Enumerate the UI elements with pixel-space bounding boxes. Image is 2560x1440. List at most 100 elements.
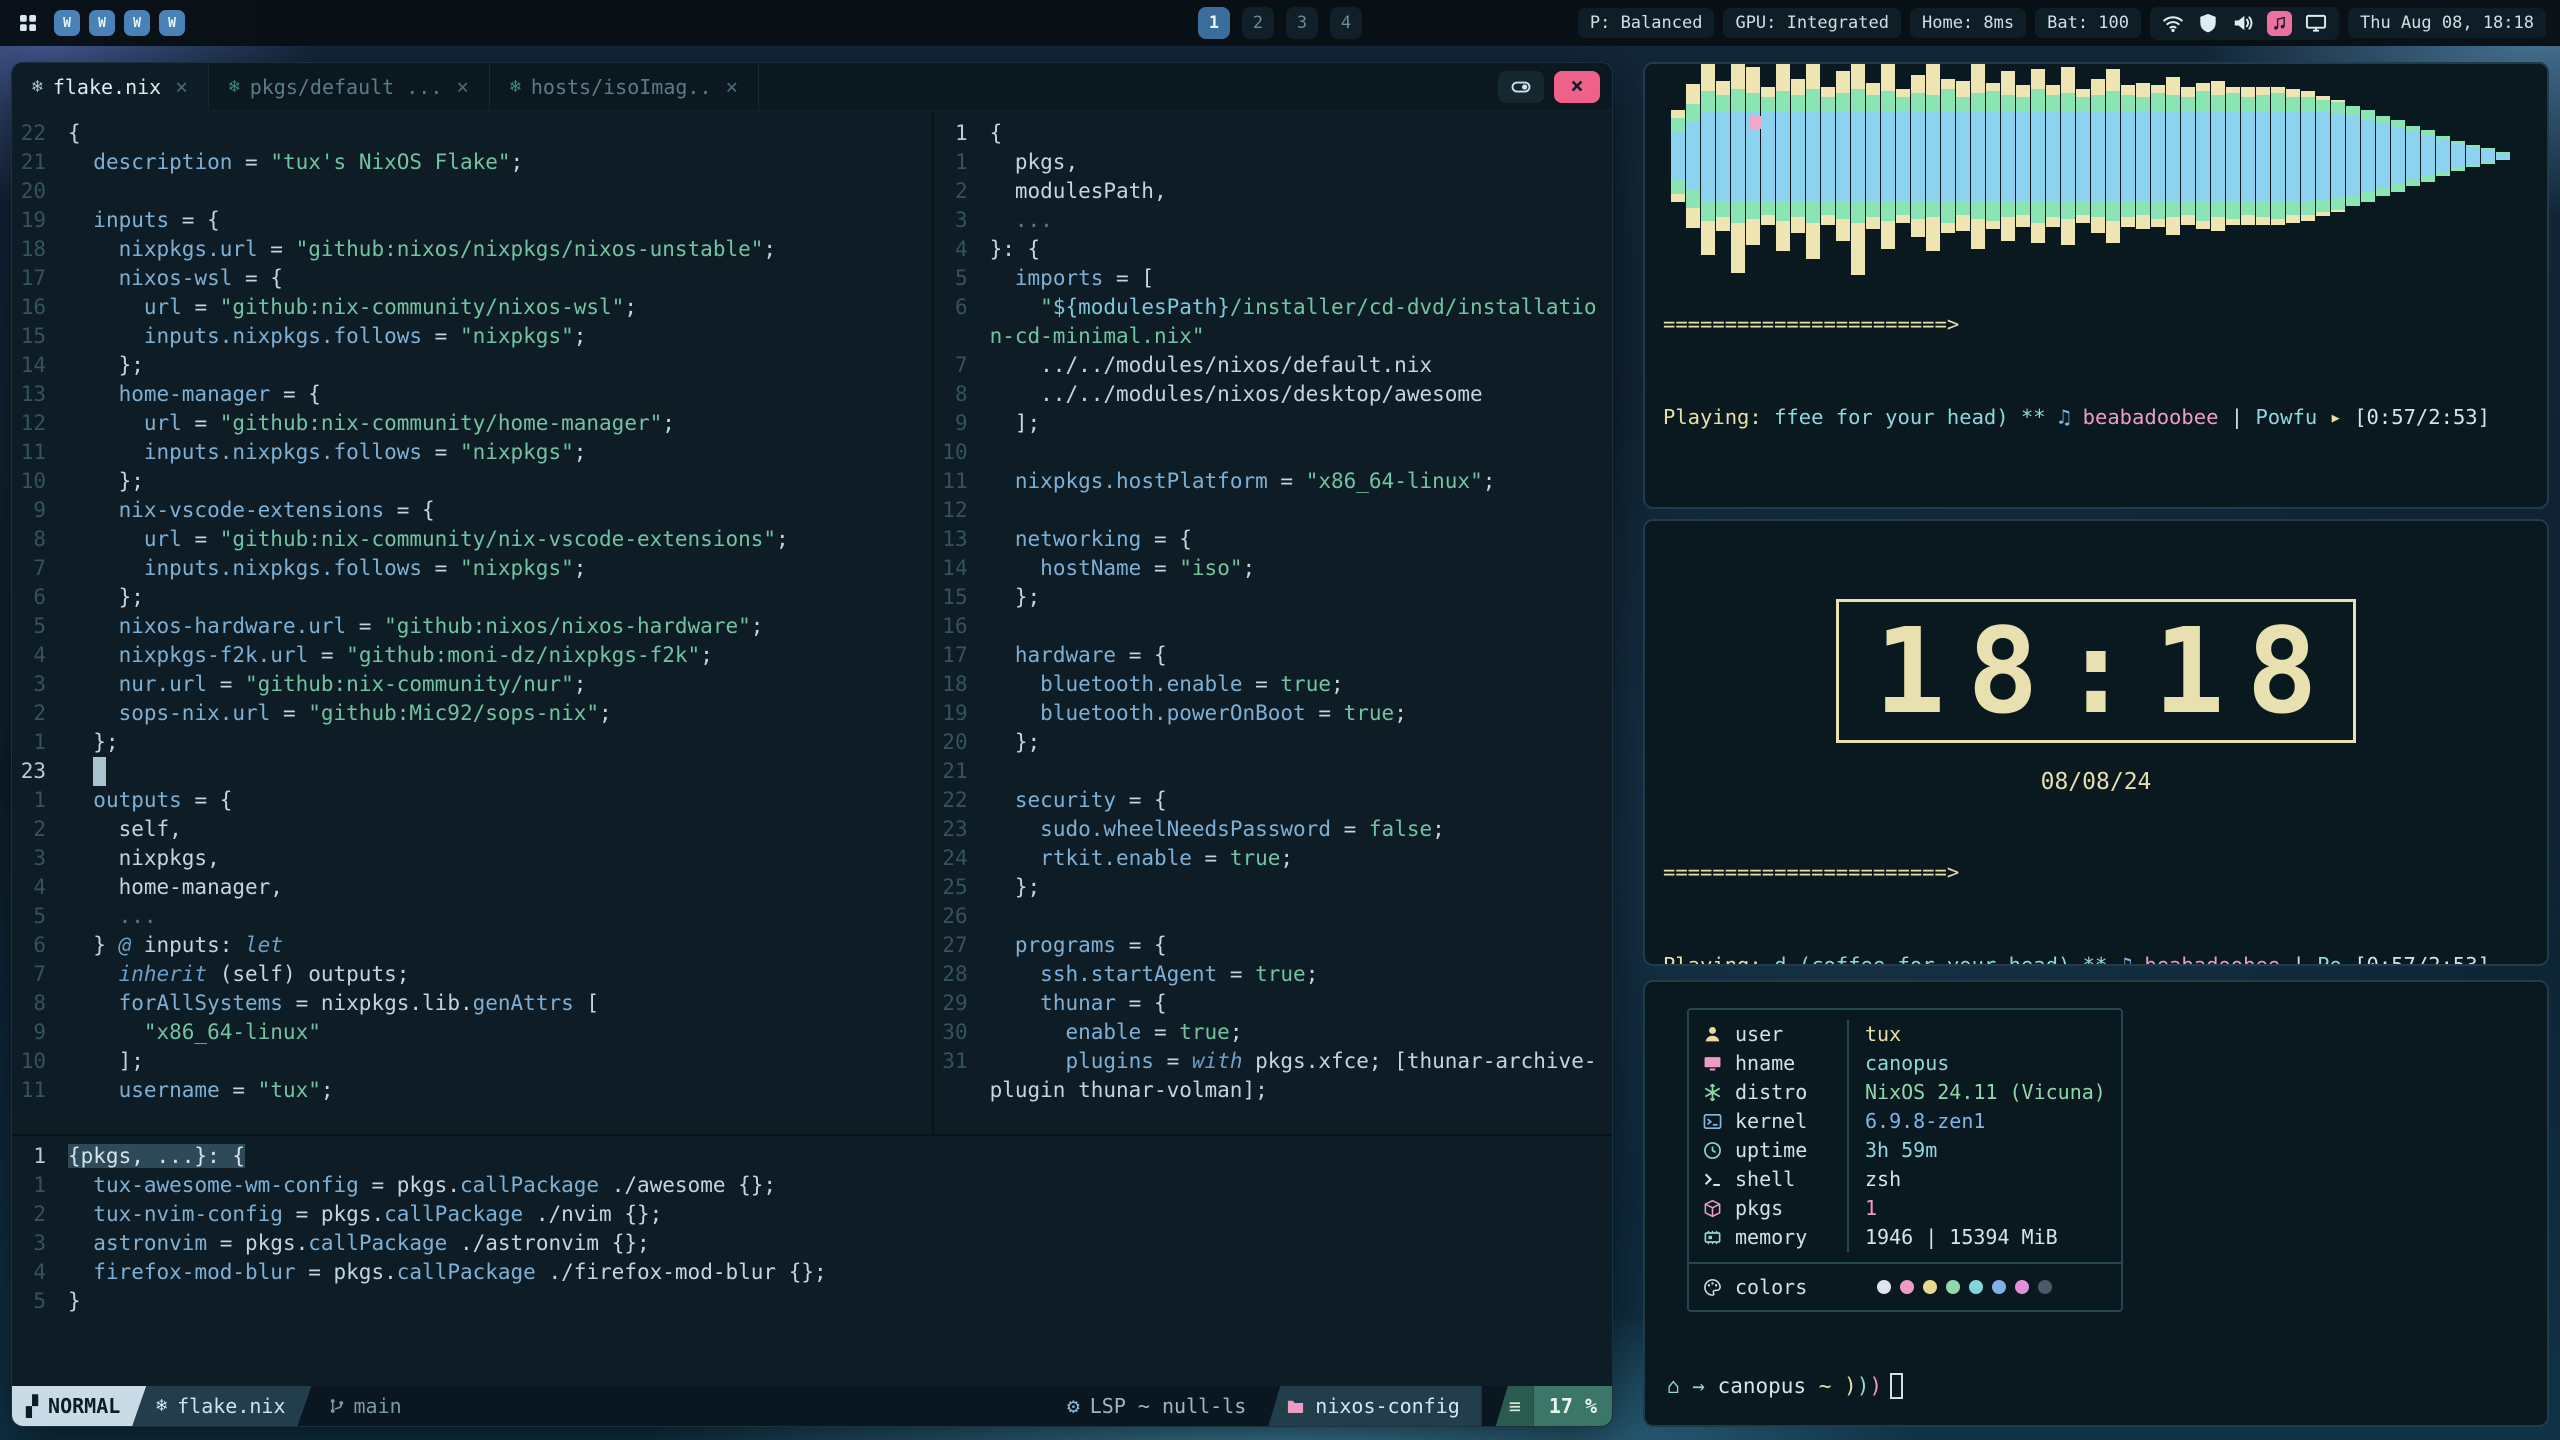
music-icon[interactable] xyxy=(2267,11,2292,36)
editor-tab[interactable]: ❄hosts/isoImag..× xyxy=(490,63,759,110)
editor-tab[interactable]: ❄flake.nix× xyxy=(12,63,209,110)
text-segment: ▸ xyxy=(2330,405,2355,429)
code-line: 18 bluetooth.enable = true; xyxy=(934,670,1612,699)
code-token xyxy=(68,556,144,580)
workspace-tag-icon[interactable]: W xyxy=(89,10,115,36)
fetch-row: usertux xyxy=(1689,1020,2121,1049)
fetch-value: 1 xyxy=(1847,1194,2121,1223)
tab-close-icon[interactable]: × xyxy=(456,75,469,99)
viz-bar xyxy=(2031,69,2045,243)
code-text xyxy=(990,496,1612,525)
track-progress-line: =======================> xyxy=(1663,309,2529,340)
viz-bar xyxy=(2286,89,2300,223)
code-text: sops-nix.url = "github:Mic92/sops-nix"; xyxy=(68,699,932,728)
wifi-icon[interactable] xyxy=(2162,12,2184,34)
code-token xyxy=(990,672,1041,696)
code-line: 31 plugins = with pkgs.xfce; [thunar-arc… xyxy=(934,1047,1612,1076)
code-token: ; xyxy=(511,150,524,174)
code-text: nix-vscode-extensions = { xyxy=(68,496,932,525)
shell-prompt[interactable]: ⌂ → canopus ~ ))) xyxy=(1667,1373,2547,1399)
clock-indicator[interactable]: Thu Aug 08, 18:18 xyxy=(2348,8,2546,38)
viz-bar xyxy=(2166,77,2180,235)
code-pane-iso-image[interactable]: 1{1 pkgs,2 modulesPath,3 ...4}: {5 impor… xyxy=(934,111,1612,1134)
window-toggle-button[interactable] xyxy=(1498,71,1544,103)
code-token xyxy=(68,237,119,261)
palette-dot xyxy=(2015,1280,2029,1294)
line-number: 13 xyxy=(12,380,68,409)
viz-bar xyxy=(1956,81,1970,231)
workspace-1[interactable]: 1 xyxy=(1198,7,1230,39)
shield-icon[interactable] xyxy=(2197,12,2219,34)
viz-bar xyxy=(2331,100,2345,212)
code-token: inputs.nixpkgs.follows xyxy=(144,556,422,580)
code-token: = xyxy=(1154,1049,1192,1073)
code-text: ]; xyxy=(68,1047,932,1076)
terminal-cursor xyxy=(1890,1373,1903,1399)
volume-icon[interactable] xyxy=(2232,12,2254,34)
code-token: = xyxy=(1331,817,1369,841)
code-token: "github:nixos/nixos-hardware" xyxy=(384,614,751,638)
code-token: ... xyxy=(990,208,1053,232)
music-visualizer-panel: =======================> Playing: ffee f… xyxy=(1643,62,2549,509)
line-number: 15 xyxy=(12,322,68,351)
palette-dot xyxy=(1992,1280,2006,1294)
workspace-3[interactable]: 3 xyxy=(1286,7,1318,39)
code-token xyxy=(68,701,119,725)
code-token: = { xyxy=(1116,788,1167,812)
viz-bar xyxy=(2211,81,2225,231)
code-text: home-manager = { xyxy=(68,380,932,409)
editor-tab[interactable]: ❄pkgs/default ...× xyxy=(209,63,490,110)
code-token: genAttrs xyxy=(473,991,574,1015)
fetch-row: kernel6.9.8-zen1 xyxy=(1689,1107,2121,1136)
scroll-progress: ≡17 % xyxy=(1496,1386,1612,1426)
code-pane-flake[interactable]: 22{21 description = "tux's NixOS Flake";… xyxy=(12,111,934,1134)
code-text: inherit (self) outputs; xyxy=(68,960,932,989)
code-pane-pkgs-default[interactable]: 1{pkgs, ...}: {1 tux-awesome-wm-config =… xyxy=(12,1134,1612,1386)
code-token: ]; xyxy=(68,1049,144,1073)
code-token: firefox-mod-blur xyxy=(93,1260,295,1284)
tab-close-icon[interactable]: × xyxy=(175,75,188,99)
code-token: = xyxy=(182,411,220,435)
line-number: 3 xyxy=(12,844,68,873)
code-line: 12 url = "github:nix-community/home-mana… xyxy=(12,409,932,438)
workspace-tag-icon[interactable]: W xyxy=(124,10,150,36)
code-line: 3 astronvim = pkgs.callPackage ./astronv… xyxy=(12,1229,1612,1258)
code-token: ; xyxy=(1331,672,1344,696)
fetch-label: memory xyxy=(1735,1223,1847,1252)
code-text: bluetooth.powerOnBoot = true; xyxy=(990,699,1612,728)
code-text: }; xyxy=(68,467,932,496)
code-token: { xyxy=(990,121,1003,145)
neovim-window: ❄flake.nix×❄pkgs/default ...×❄hosts/isoI… xyxy=(11,62,1613,1427)
viz-bar xyxy=(2016,85,2030,227)
workspace-4[interactable]: 4 xyxy=(1330,7,1362,39)
code-token: let xyxy=(245,933,283,957)
tab-close-icon[interactable]: × xyxy=(726,75,739,99)
code-token xyxy=(990,788,1015,812)
workspace-2[interactable]: 2 xyxy=(1242,7,1274,39)
code-token: = xyxy=(1217,962,1255,986)
code-text: bluetooth.enable = true; xyxy=(990,670,1612,699)
code-token: bluetooth.enable xyxy=(1040,672,1242,696)
workspace-tag-icon[interactable]: W xyxy=(159,10,185,36)
code-token: nix-vscode-extensions xyxy=(119,498,385,522)
viz-bar xyxy=(2046,85,2060,227)
code-line: 22 security = { xyxy=(934,786,1612,815)
code-text: ../../modules/nixos/default.nix xyxy=(990,351,1612,380)
code-token: tux-nvim-config xyxy=(93,1202,283,1226)
fetch-row: pkgs1 xyxy=(1689,1194,2121,1223)
line-number: 17 xyxy=(12,264,68,293)
apps-grid-icon[interactable] xyxy=(14,9,42,37)
display-icon[interactable] xyxy=(2305,12,2327,34)
code-text: imports = [ xyxy=(990,264,1612,293)
window-close-button[interactable]: × xyxy=(1554,71,1600,103)
code-token: = nixpkgs.lib. xyxy=(283,991,473,1015)
code-token: = pkgs. xyxy=(283,1202,384,1226)
viz-bar xyxy=(2121,85,2135,227)
line-number: 7 xyxy=(12,554,68,583)
line-number: 4 xyxy=(12,1258,68,1287)
line-number: 1 xyxy=(12,728,68,757)
workspace-tag-icon[interactable]: W xyxy=(54,10,80,36)
visualizer-accent-pixel xyxy=(1749,116,1762,129)
code-token: ; xyxy=(321,1078,334,1102)
line-number: 5 xyxy=(12,1287,68,1316)
